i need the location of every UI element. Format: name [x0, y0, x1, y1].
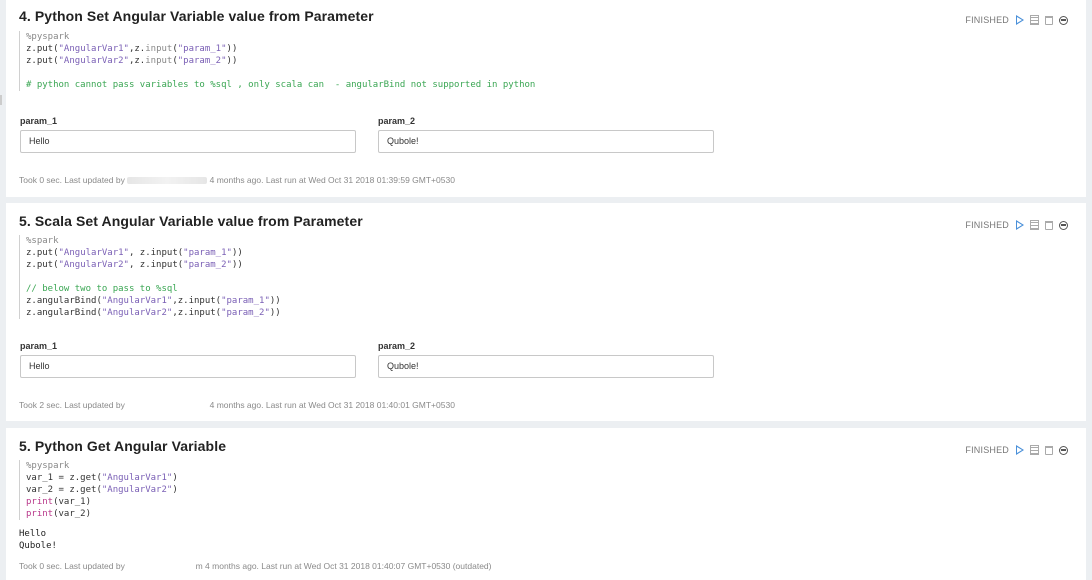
param-label-1: param_1	[20, 341, 58, 351]
run-info-footer: Took 0 sec. Last updated by 4 months ago…	[19, 175, 455, 185]
redacted-user	[127, 563, 193, 570]
paragraph-title: 5. Python Get Angular Variable	[19, 438, 227, 454]
paragraph-python-set: 4. Python Set Angular Variable value fro…	[6, 0, 1086, 197]
code-editor[interactable]: %spark z.put("AngularVar1", z.input("para…	[19, 235, 666, 319]
paragraph-scala-set: 5. Scala Set Angular Variable value from…	[6, 203, 1086, 421]
code-line: z.put("AngularVar2", z.input("param_2"))	[26, 260, 243, 270]
minimize-icon[interactable]	[1059, 445, 1068, 455]
minimize-icon[interactable]	[1059, 220, 1068, 230]
trash-icon[interactable]	[1045, 15, 1053, 25]
paragraph-title: 4. Python Set Angular Variable value fro…	[19, 8, 374, 24]
run-play-icon[interactable]	[1016, 15, 1024, 25]
param-1-input[interactable]: Hello	[20, 130, 356, 153]
minimize-icon[interactable]	[1059, 15, 1068, 25]
run-play-icon[interactable]	[1016, 220, 1024, 230]
table-toggle-icon[interactable]	[1030, 15, 1039, 25]
code-line: var_1 = z.get("AngularVar1")	[26, 473, 178, 483]
param-label-2: param_2	[378, 116, 416, 126]
param-label-1: param_1	[20, 116, 58, 126]
run-info-footer: Took 0 sec. Last updated by m 4 months a…	[19, 561, 492, 571]
code-line: print(var_1)	[26, 497, 92, 507]
status-label: FINISHED	[965, 15, 1009, 25]
editor-gutter-marker	[0, 95, 2, 105]
code-editor[interactable]: %pyspark z.put("AngularVar1",z.input("par…	[19, 31, 666, 91]
run-play-icon[interactable]	[1016, 445, 1024, 455]
paragraph-controls: FINISHED	[965, 220, 1068, 230]
code-line: %spark	[26, 236, 59, 246]
code-line: z.angularBind("AngularVar1",z.input("par…	[26, 296, 281, 306]
code-line: z.angularBind("AngularVar2",z.input("par…	[26, 308, 281, 318]
param-label-2: param_2	[378, 341, 416, 351]
paragraph-controls: FINISHED	[965, 445, 1068, 455]
paragraph-python-get: 5. Python Get Angular Variable FINISHED …	[6, 428, 1086, 580]
table-toggle-icon[interactable]	[1030, 220, 1039, 230]
code-line: # python cannot pass variables to %sql ,…	[26, 80, 536, 90]
param-1-input[interactable]: Hello	[20, 355, 356, 378]
code-line: z.put("AngularVar2",z.input("param_2"))	[26, 56, 238, 66]
run-info-footer: Took 2 sec. Last updated by 4 months ago…	[19, 400, 455, 410]
redacted-user	[127, 177, 208, 185]
code-line: print(var_2)	[26, 509, 92, 519]
code-editor[interactable]: %pyspark var_1 = z.get("AngularVar1") var_…	[19, 460, 666, 520]
code-line: z.put("AngularVar1",z.input("param_1"))	[26, 44, 238, 54]
paragraph-title: 5. Scala Set Angular Variable value from…	[19, 213, 363, 229]
param-2-input[interactable]: Qubole!	[378, 130, 714, 153]
redacted-user	[127, 402, 207, 409]
status-label: FINISHED	[965, 220, 1009, 230]
trash-icon[interactable]	[1045, 445, 1053, 455]
table-toggle-icon[interactable]	[1030, 445, 1039, 455]
status-label: FINISHED	[965, 445, 1009, 455]
code-line: %pyspark	[26, 32, 70, 42]
output-line: Qubole!	[19, 541, 57, 551]
code-line: // below two to pass to %sql	[26, 284, 178, 294]
paragraph-controls: FINISHED	[965, 15, 1068, 25]
code-line: z.put("AngularVar1", z.input("param_1"))	[26, 248, 243, 258]
param-2-input[interactable]: Qubole!	[378, 355, 714, 378]
code-line: var_2 = z.get("AngularVar2")	[26, 485, 178, 495]
code-line: %pyspark	[26, 461, 70, 471]
paragraph-output: Hello Qubole!	[19, 528, 57, 552]
trash-icon[interactable]	[1045, 220, 1053, 230]
output-line: Hello	[19, 529, 47, 539]
